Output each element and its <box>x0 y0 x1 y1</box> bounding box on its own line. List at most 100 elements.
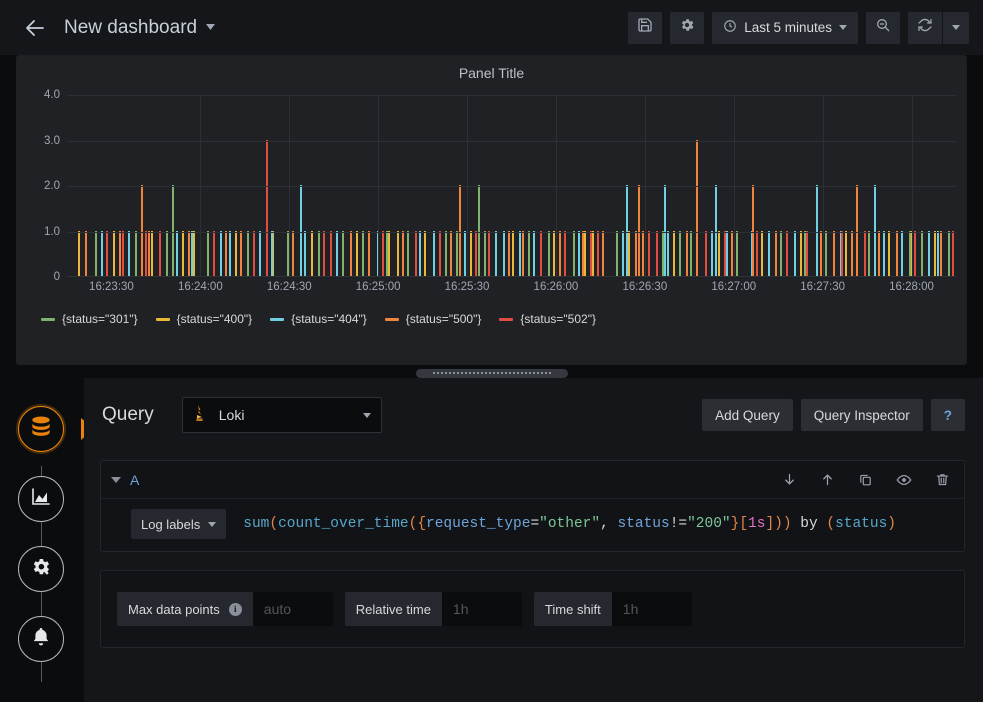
dashboard-edit-page: New dashboard <box>0 0 983 702</box>
chart-bar <box>635 231 637 277</box>
toggle-visibility-eye-icon[interactable] <box>896 472 912 488</box>
expr-token-range-1s: 1s <box>748 516 765 532</box>
refresh-button[interactable] <box>908 12 942 44</box>
sidebar-item-general-settings[interactable] <box>18 546 64 592</box>
x-axis-tick: 16:25:00 <box>356 281 401 293</box>
time-shift-input[interactable] <box>612 592 692 626</box>
chart-bar <box>106 231 108 277</box>
grip-dot <box>517 372 519 374</box>
chart-bar <box>78 231 80 277</box>
y-axis-tick: 0 <box>54 271 60 283</box>
query-header: Query Loki Add Query Query Inspector ? <box>100 396 965 434</box>
expr-token-group-status: status <box>835 516 887 532</box>
chart-bar <box>419 231 421 277</box>
log-labels-selector[interactable]: Log labels <box>131 509 226 539</box>
move-up-icon[interactable] <box>820 472 835 487</box>
grip-dot <box>449 372 451 374</box>
x-axis-tick: 16:24:00 <box>178 281 223 293</box>
chart-bar <box>519 231 521 277</box>
chart-bar <box>151 231 153 277</box>
chart-bar <box>478 185 480 276</box>
chart-bar <box>794 231 796 277</box>
query-collapse-chevron-down-icon[interactable] <box>111 477 121 483</box>
chart-bar <box>533 231 535 277</box>
chart-bar <box>272 231 274 277</box>
chart-bar <box>628 231 630 277</box>
grip-dot <box>537 372 539 374</box>
save-dashboard-button[interactable] <box>628 12 662 44</box>
chart-bar <box>439 231 441 277</box>
refresh-interval-dropdown[interactable] <box>943 12 969 44</box>
grip-dot <box>509 372 511 374</box>
query-inspector-button[interactable]: Query Inspector <box>801 399 923 431</box>
expr-token-comma: , <box>600 516 617 532</box>
chart-bar <box>616 231 618 277</box>
sidebar-item-visualization[interactable] <box>18 476 64 522</box>
chart-bar <box>445 231 447 277</box>
chart-bar <box>868 231 870 277</box>
logql-expression-input[interactable]: sum(count_over_time({request_type="other… <box>243 516 896 532</box>
move-down-icon[interactable] <box>782 472 797 487</box>
chart-bar <box>715 185 717 276</box>
grip-dot <box>437 372 439 374</box>
zoom-out-time-button[interactable] <box>866 12 900 44</box>
chart-bar <box>450 231 452 277</box>
legend-item[interactable]: {status="500"} <box>385 312 482 326</box>
chart-bar <box>578 231 580 277</box>
bell-icon <box>29 625 53 654</box>
relative-time-input[interactable] <box>442 592 522 626</box>
y-axis-tick: 2.0 <box>44 180 60 192</box>
max-data-points-input[interactable] <box>253 592 333 626</box>
datasource-picker[interactable]: Loki <box>182 397 382 433</box>
legend-item[interactable]: {status="404"} <box>270 312 367 326</box>
y-axis-tick: 4.0 <box>44 89 60 101</box>
y-axis-tick: 1.0 <box>44 226 60 238</box>
sidebar-item-alert[interactable] <box>18 616 64 662</box>
legend-item[interactable]: {status="502"} <box>499 312 596 326</box>
grip-dot <box>521 372 523 374</box>
chart-bar <box>696 140 698 277</box>
chart-bar <box>259 231 261 277</box>
relative-time-group: Relative time <box>345 592 522 626</box>
dashboard-title-chevron-down-icon[interactable] <box>206 22 215 33</box>
back-arrow-icon[interactable] <box>18 11 52 45</box>
chart-bar <box>584 231 586 277</box>
legend-item[interactable]: {status="400"} <box>156 312 253 326</box>
query-ref-id[interactable]: A <box>130 472 139 488</box>
dashboard-settings-button[interactable] <box>670 12 704 44</box>
chart-bar <box>247 231 249 277</box>
chart-bar <box>475 231 477 277</box>
query-header-actions: Add Query Query Inspector ? <box>702 399 965 431</box>
chart-bar <box>582 231 584 277</box>
query-help-button[interactable]: ? <box>931 399 965 431</box>
chart-bar <box>528 231 530 277</box>
chart-bar <box>874 185 876 276</box>
x-axis-tick: 16:28:00 <box>889 281 934 293</box>
chart-bar <box>128 231 130 277</box>
expr-token-count-over-time: count_over_time <box>278 516 409 532</box>
duplicate-icon[interactable] <box>858 472 873 487</box>
chart-bar <box>512 231 514 277</box>
sidebar-item-datasource[interactable] <box>18 406 64 452</box>
grip-dot <box>457 372 459 374</box>
panel-resize-handle[interactable] <box>416 369 568 378</box>
info-icon[interactable]: i <box>229 603 242 616</box>
grip-dot <box>541 372 543 374</box>
chart-bar <box>948 231 950 277</box>
time-range-picker[interactable]: Last 5 minutes <box>712 12 858 44</box>
chart-bar <box>229 231 231 277</box>
grip-dot <box>533 372 535 374</box>
chart-bar <box>388 231 390 277</box>
log-labels-chevron-down-icon <box>208 522 216 527</box>
chart-bar <box>690 231 692 277</box>
grip-dot <box>497 372 499 374</box>
edit-step-rail <box>0 378 84 702</box>
legend-label: {status="500"} <box>406 312 482 326</box>
page-title: New dashboard <box>64 17 197 39</box>
legend-item[interactable]: {status="301"} <box>41 312 138 326</box>
vertical-gridline <box>823 95 824 276</box>
chart-bar <box>679 231 681 277</box>
add-query-button[interactable]: Add Query <box>702 399 793 431</box>
plot-area[interactable] <box>67 95 956 277</box>
trash-delete-icon[interactable] <box>935 472 950 487</box>
